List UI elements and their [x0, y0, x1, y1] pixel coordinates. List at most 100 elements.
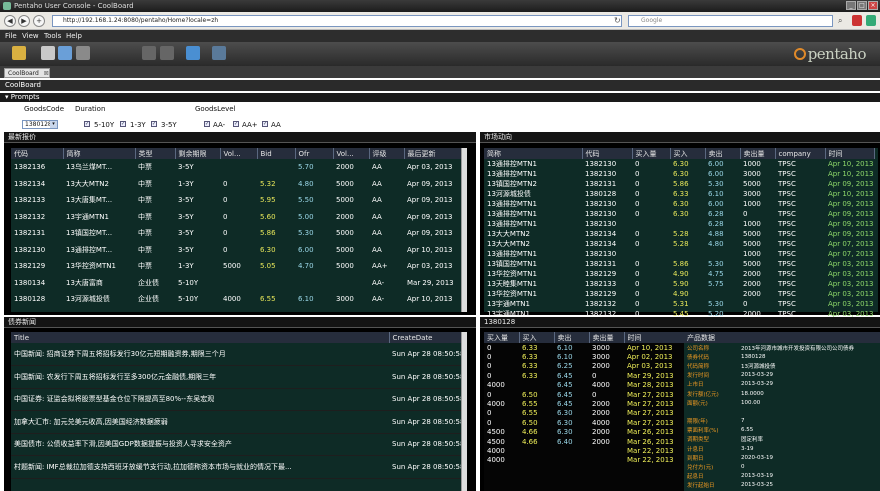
new-tab-icon[interactable]: +: [33, 15, 45, 27]
open-folder-icon[interactable]: [12, 46, 26, 60]
table-row[interactable]: 1382133 13大唐集MT... 中票 3-5Y 0 5.95 5.50 5000 AA Ap…: [11, 192, 461, 209]
url-bar[interactable]: http://192.168.1.24:8080/pentaho/Home?lo…: [52, 15, 622, 27]
table-row[interactable]: 13通排控MTN1 1382130 0 6.30 6.00 1000 TPSC Apr 10,…: [484, 159, 874, 169]
market-header[interactable]: 时间: [825, 148, 875, 159]
save-icon[interactable]: [142, 46, 156, 60]
table-row[interactable]: 13通排控MTN1 1382130 1000 TPSC Apr 07, 2013: [484, 249, 874, 259]
monitor-icon[interactable]: [186, 46, 200, 60]
table-row[interactable]: 0 6.33 6.25 2000 Apr 03, 2013: [484, 362, 684, 371]
news-header[interactable]: Title: [11, 332, 390, 343]
market-header[interactable]: 卖出: [705, 148, 741, 159]
table-row[interactable]: 13天睦集MTN1 1382133 0 5.90 5.75 2000 TPSC Apr 03,…: [484, 279, 874, 289]
news-header[interactable]: CreateDate: [389, 332, 462, 343]
table-row[interactable]: 0 6.50 6.30 4000 Mar 27, 2013: [484, 418, 684, 427]
table-row[interactable]: 13华控资MTN1 1382129 0 4.90 2000 TPSC Apr 03, 201…: [484, 289, 874, 299]
goods-level-checkbox[interactable]: ✓: [204, 121, 210, 127]
table-row[interactable]: 13通排控MTN1 1382130 0 6.30 6.28 0 TPSC Apr 09, 20…: [484, 209, 874, 219]
table-row[interactable]: 1382134 13大大MTN2 中票 1-3Y 0 5.32 4.80 5000 AA Apr …: [11, 176, 461, 193]
table-row[interactable]: 中国新闻: 农发行下周五将招标发行至多300亿元金融债,期限三年 Sun Apr …: [11, 365, 461, 389]
quotes-header[interactable]: Ofr: [295, 148, 334, 159]
new-report-icon[interactable]: [41, 46, 55, 60]
table-row[interactable]: 0 6.50 6.45 0 Mar 27, 2013: [484, 390, 684, 399]
table-row[interactable]: 4000 Mar 22, 2013: [484, 456, 684, 465]
bond-header[interactable]: 时间: [624, 332, 685, 343]
search-box[interactable]: Google: [628, 15, 833, 27]
quotes-header[interactable]: 简称: [63, 148, 136, 159]
search-icon[interactable]: ⌕: [838, 16, 842, 26]
market-header[interactable]: 买入: [670, 148, 706, 159]
addon-icon[interactable]: [852, 15, 862, 26]
table-row[interactable]: 加拿大汇市: 加元兑美元收高,因美国经济数据疲弱 Sun Apr 28 08:50…: [11, 410, 461, 434]
table-row[interactable]: 1382129 13华控资MTN1 中票 1-3Y 5000 5.05 4.70 5000 AA…: [11, 258, 461, 275]
maximize-icon[interactable]: □: [857, 1, 867, 10]
reload-icon[interactable]: ↻: [614, 16, 621, 25]
menu-view[interactable]: View: [22, 30, 39, 42]
save-as-icon[interactable]: [160, 46, 174, 60]
chevron-down-icon[interactable]: ▾: [50, 121, 57, 128]
quotes-header[interactable]: 代码: [11, 148, 64, 159]
table-row[interactable]: 13通排控MTN1 1382130 0 6.30 6.00 3000 TPSC Apr 10,…: [484, 169, 874, 179]
new-analysis-icon[interactable]: [58, 46, 72, 60]
table-row[interactable]: 美国债市: 公债收益率下滑,因美国GDP数据提振与投资人寻求安全资产 Sun Ap…: [11, 433, 461, 456]
table-row[interactable]: 中国新闻: 招商证券下周五将招标发行30亿元短期融资券,期限三个月 Sun Apr…: [11, 343, 461, 366]
table-row[interactable]: 0 6.33 6.45 0 Mar 29, 2013: [484, 371, 684, 380]
duration-checkbox[interactable]: ✓: [120, 121, 126, 127]
table-row[interactable]: 1382132 13宇通MTN1 中票 3-5Y 0 5.60 5.00 2000 AA Apr …: [11, 209, 461, 226]
table-row[interactable]: 4000 Mar 22, 2013: [484, 446, 684, 455]
refresh-icon[interactable]: [212, 46, 226, 60]
table-row[interactable]: 13华控资MTN1 1382129 0 4.90 4.75 2000 TPSC Apr 03,…: [484, 269, 874, 279]
quotes-header[interactable]: Bid: [257, 148, 296, 159]
table-row[interactable]: 4000 6.55 6.45 2000 Mar 27, 2013: [484, 399, 684, 408]
table-row[interactable]: 0 6.55 6.30 2000 Mar 27, 2013: [484, 409, 684, 418]
goods-level-checkbox[interactable]: ✓: [233, 121, 239, 127]
tab-close-icon[interactable]: ⊠: [44, 70, 49, 77]
goods-level-checkbox[interactable]: ✓: [262, 121, 268, 127]
market-header[interactable]: company: [775, 148, 826, 159]
forward-icon[interactable]: ▶: [18, 15, 30, 27]
tab-coolboard[interactable]: CoolBoard ⊠: [4, 68, 50, 78]
news-scrollbar[interactable]: [461, 332, 467, 491]
quotes-header[interactable]: Vol...: [333, 148, 370, 159]
goods-code-select[interactable]: 1380128 ▾: [22, 120, 58, 129]
table-row[interactable]: 1382130 13通排控MT... 中票 3-5Y 0 6.30 6.00 5000 AA Ap…: [11, 242, 461, 259]
table-row[interactable]: 13大大MTN2 1382134 0 5.28 4.80 5000 TPSC Apr 07, …: [484, 239, 874, 249]
table-row[interactable]: 13镇国控MTN1 1382131 0 5.86 5.30 5000 TPSC Apr 03,…: [484, 259, 874, 269]
quotes-header[interactable]: 评级: [369, 148, 405, 159]
table-row[interactable]: 中国证券: 证监会拟将股票型基金仓位下限提高至80%--东吴宏观 Sun Apr …: [11, 388, 461, 411]
table-row[interactable]: 村题新闻: IMF总裁拉加德支持西班牙放缓节支行动,拉加德称资本市场与就业的情况…: [11, 455, 461, 479]
quotes-header[interactable]: 最后更新: [404, 148, 462, 159]
close-icon[interactable]: ×: [868, 1, 878, 10]
quotes-scrollbar[interactable]: [461, 148, 467, 312]
bond-header[interactable]: 买入: [519, 332, 555, 343]
addon-icon[interactable]: [866, 15, 876, 26]
quotes-header[interactable]: 类型: [135, 148, 176, 159]
table-row[interactable]: 13通排控MTN1 1382130 0 6.30 6.00 1000 TPSC Apr 09,…: [484, 199, 874, 209]
minimize-icon[interactable]: _: [846, 1, 856, 10]
table-row[interactable]: 13通排控MTN1 1382130 6.28 1000 TPSC Apr 09, 2013: [484, 219, 874, 229]
table-row[interactable]: 1382136 13乌兰煤MT... 中票 3-5Y 5.70 2000 AA Apr 03,…: [11, 159, 461, 176]
table-row[interactable]: 4000 6.45 4000 Mar 28, 2013: [484, 381, 684, 390]
table-row[interactable]: 1382131 13镇国控MT... 中票 3-5Y 0 5.86 5.30 5000 AA Ap…: [11, 225, 461, 242]
prompts-header[interactable]: ▾ Prompts: [0, 93, 880, 102]
bond-header[interactable]: 卖出: [554, 332, 590, 343]
edit-icon[interactable]: [76, 46, 90, 60]
market-header[interactable]: 买入量: [632, 148, 671, 159]
menu-tools[interactable]: Tools: [44, 30, 61, 42]
table-row[interactable]: 4500 4.66 6.40 2000 Mar 26, 2013: [484, 437, 684, 446]
table-row[interactable]: 0 6.33 6.10 3000 Apr 02, 2013: [484, 352, 684, 361]
duration-checkbox[interactable]: ✓: [84, 121, 90, 127]
table-row[interactable]: 13河源城投债 1380128 0 6.33 6.10 3000 TPSC Apr 10, 2…: [484, 189, 874, 199]
back-icon[interactable]: ◀: [4, 15, 16, 27]
table-row[interactable]: 13宇通MTN1 1382132 0 5.31 5.30 0 TPSC Apr 03, 201…: [484, 299, 874, 309]
market-header[interactable]: 代码: [582, 148, 633, 159]
table-row[interactable]: 0 6.33 6.10 3000 Apr 10, 2013: [484, 343, 684, 352]
table-row[interactable]: 13镇国控MTN2 1382131 0 5.86 5.30 5000 TPSC Apr 09,…: [484, 179, 874, 189]
menu-file[interactable]: File: [5, 30, 17, 42]
table-row[interactable]: 1380128 13河源城投债 企业债 5-10Y 4000 6.55 6.10 3000 AA…: [11, 291, 461, 308]
market-header[interactable]: 卖出量: [740, 148, 776, 159]
table-row[interactable]: 1380134 13大唐富商 企业债 5-10Y AA- Mar 29, 2013: [11, 275, 461, 292]
market-header[interactable]: 简称: [484, 148, 583, 159]
table-row[interactable]: 13大大MTN2 1382134 0 5.28 4.88 5000 TPSC Apr 09, …: [484, 229, 874, 239]
table-row[interactable]: 4500 4.66 6.30 2000 Mar 26, 2013: [484, 428, 684, 437]
quotes-header[interactable]: Vol...: [220, 148, 258, 159]
